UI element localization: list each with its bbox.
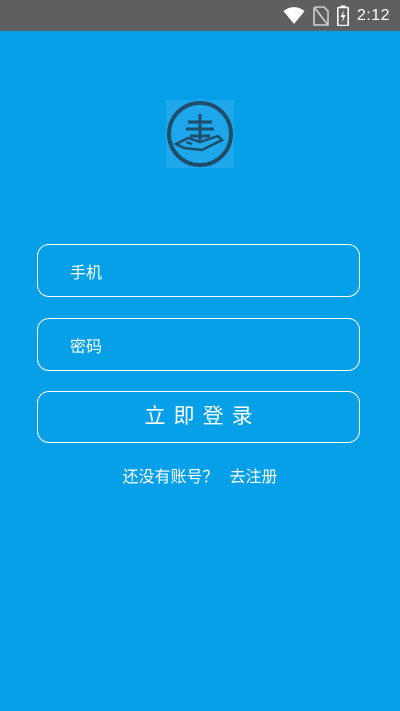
battery-charging-icon <box>336 5 349 26</box>
phone-input[interactable]: 手机 <box>37 244 360 297</box>
login-button[interactable]: 立即登录 <box>37 391 360 443</box>
register-link[interactable]: 去注册 <box>230 467 278 486</box>
app-logo <box>166 100 234 168</box>
no-account-text: 还没有账号？ <box>122 467 219 486</box>
register-prompt: 还没有账号？ 去注册 <box>0 463 400 487</box>
status-bar: 2:12 <box>0 0 400 31</box>
password-input[interactable]: 密码 <box>37 318 360 371</box>
book-hand-logo-icon <box>167 101 233 167</box>
password-placeholder: 密码 <box>70 336 103 356</box>
phone-placeholder: 手机 <box>70 262 103 282</box>
status-time: 2:12 <box>356 6 390 24</box>
no-sim-icon <box>313 5 329 26</box>
wifi-icon <box>283 6 305 24</box>
status-icons: 2:12 <box>283 0 390 31</box>
